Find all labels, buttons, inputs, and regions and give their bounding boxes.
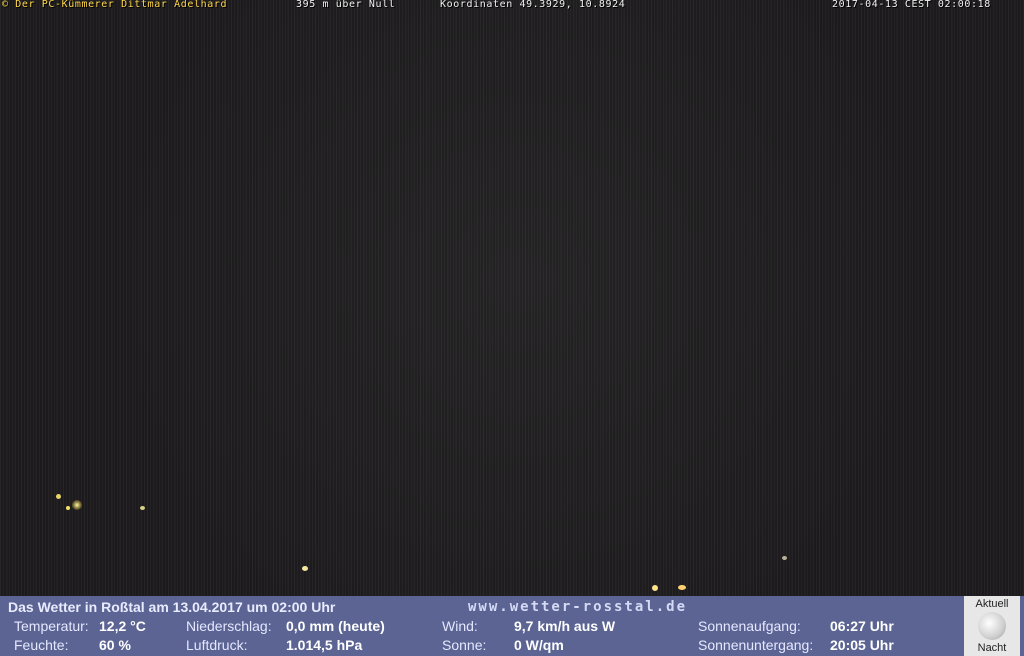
timestamp-text: 2017-04-13 CEST 02:00:18 <box>832 0 991 10</box>
town-light <box>782 556 787 560</box>
town-light <box>66 506 70 510</box>
humidity-value: 60 % <box>99 637 131 653</box>
sunrise-label: Sonnenaufgang: <box>698 618 801 634</box>
sun-label: Sonne: <box>442 637 487 653</box>
town-light <box>652 585 658 591</box>
pressure-label: Luftdruck: <box>186 637 248 653</box>
town-light <box>302 566 308 571</box>
town-light <box>72 500 82 510</box>
wind-value: 9,7 km/h aus W <box>514 618 616 634</box>
precipitation-label: Niederschlag: <box>186 618 272 634</box>
humidity-label: Feuchte: <box>14 637 69 653</box>
moon-phase-bottom-label: Nacht <box>977 642 1007 654</box>
sun-value: 0 W/qm <box>514 637 564 653</box>
camera-info-overlay: © Der PC-Kümmerer Dittmar Adelhard 395 m… <box>0 0 1024 12</box>
town-light <box>56 494 61 499</box>
sunset-value: 20:05 Uhr <box>830 637 894 653</box>
copyright-text: © Der PC-Kümmerer Dittmar Adelhard <box>2 0 228 10</box>
moon-icon <box>978 612 1006 640</box>
altitude-text: 395 m über Null <box>296 0 396 10</box>
moon-phase-box: Aktuell Nacht <box>964 596 1020 656</box>
coordinates-text: Koordinaten 49.3929, 10.8924 <box>440 0 626 10</box>
temperature-value: 12,2 °C <box>99 618 146 634</box>
webcam-night-image <box>0 0 1024 596</box>
wind-label: Wind: <box>442 618 478 634</box>
weather-footer: Das Wetter in Roßtal am 13.04.2017 um 02… <box>0 596 1024 656</box>
website-link[interactable]: www.wetter-rosstal.de <box>468 599 687 615</box>
moon-phase-top-label: Aktuell <box>975 598 1009 610</box>
sunrise-value: 06:27 Uhr <box>830 618 894 634</box>
town-light <box>678 585 686 590</box>
sunset-label: Sonnenuntergang: <box>698 637 814 653</box>
town-light <box>140 506 145 510</box>
weather-title: Das Wetter in Roßtal am 13.04.2017 um 02… <box>8 599 336 615</box>
temperature-label: Temperatur: <box>14 618 89 634</box>
precipitation-value: 0,0 mm (heute) <box>286 618 385 634</box>
pressure-value: 1.014,5 hPa <box>286 637 363 653</box>
